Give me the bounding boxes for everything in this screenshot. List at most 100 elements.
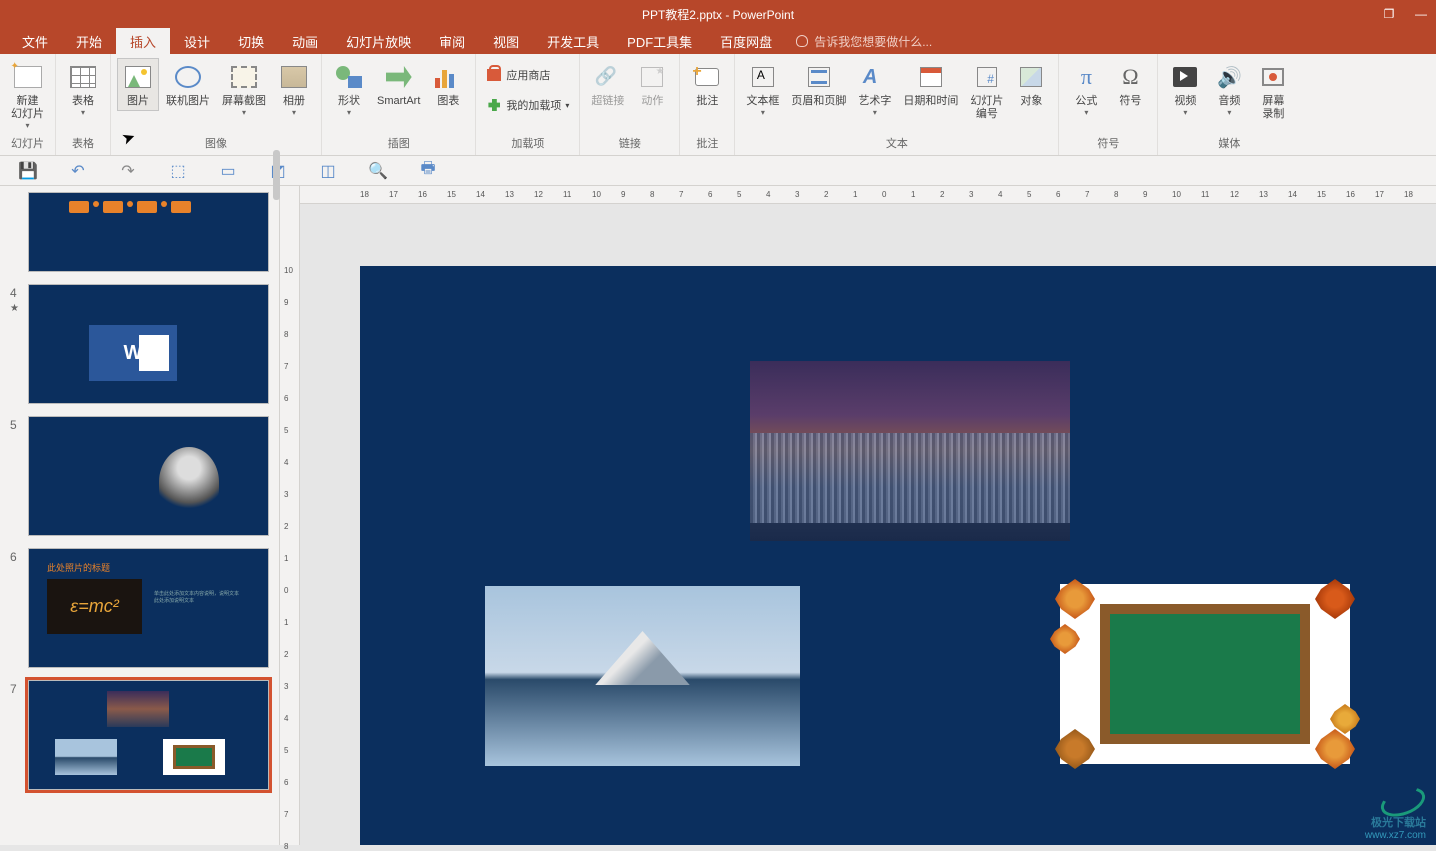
vertical-ruler: 10987654321012345678 [280, 186, 300, 845]
myaddins-button[interactable]: 我的加载项 ▾ [482, 94, 573, 116]
tab-transitions[interactable]: 切换 [224, 28, 278, 54]
document-title: PPT教程2.pptx - PowerPoint [642, 6, 794, 23]
slide-number: 4★ [10, 284, 28, 404]
slide-number [10, 192, 28, 272]
tab-pdf[interactable]: PDF工具集 [613, 28, 706, 54]
video-button[interactable]: 视频 ▾ [1164, 58, 1206, 120]
store-button[interactable]: 应用商店 [482, 64, 554, 86]
tell-me-search[interactable]: 告诉我您想要做什么... [786, 28, 942, 54]
slide-thumb-3[interactable] [28, 192, 269, 272]
undo-icon[interactable]: ↶ [68, 161, 88, 181]
slide-thumb-5[interactable] [28, 416, 269, 536]
scrollbar[interactable] [273, 150, 280, 200]
screenshot-icon [228, 61, 260, 93]
lightbulb-icon [796, 35, 808, 47]
slide-canvas[interactable] [360, 266, 1436, 845]
slide-thumb-7[interactable] [28, 680, 269, 790]
qat-icon-1[interactable]: ⬚ [168, 161, 188, 181]
wordart-button[interactable]: A 艺术字 ▾ [853, 58, 896, 120]
datetime-icon [915, 61, 947, 93]
redo-icon[interactable]: ↷ [118, 161, 138, 181]
slidenum-button[interactable]: 幻灯片 编号 [965, 58, 1008, 124]
album-button[interactable]: 相册 ▾ [273, 58, 315, 120]
dropdown-caret-icon: ▾ [1084, 108, 1088, 117]
headerfooter-icon [803, 61, 835, 93]
group-text-label: 文本 [741, 135, 1052, 153]
mountain-image[interactable] [485, 586, 800, 766]
group-symbols: π 公式 ▾ Ω 符号 符号 [1059, 54, 1158, 155]
tab-insert[interactable]: 插入 [116, 28, 170, 54]
group-illustrations-label: 插图 [328, 135, 469, 153]
addins-icon [486, 97, 502, 113]
headerfooter-button[interactable]: 页眉和页脚 [786, 58, 851, 111]
workspace: 4★ W 5 6 此处照片的标题 ε=mc² 单击此处添加文本内容说明，说明文本… [0, 186, 1436, 845]
picture-button[interactable]: 图片 [117, 58, 159, 111]
slide-thumb-6[interactable]: 此处照片的标题 ε=mc² 单击此处添加文本内容说明，说明文本 此处添加说明文本 [28, 548, 269, 668]
slide-thumb-4[interactable]: W [28, 284, 269, 404]
slidenum-icon [971, 61, 1003, 93]
tab-view[interactable]: 视图 [479, 28, 533, 54]
comment-button[interactable]: 批注 [686, 58, 728, 111]
screenshot-button[interactable]: 屏幕截图 ▾ [217, 58, 271, 120]
qat-icon-6[interactable]: 🖶 [418, 161, 438, 181]
thumb-image [163, 739, 225, 775]
new-slide-button[interactable]: 新建 幻灯片 ▾ [6, 58, 49, 133]
tab-slideshow[interactable]: 幻灯片放映 [332, 28, 425, 54]
equation-button[interactable]: π 公式 ▾ [1065, 58, 1107, 120]
chalkboard-image[interactable] [1060, 584, 1350, 764]
dropdown-caret-icon: ▾ [873, 108, 877, 117]
group-slides-label: 幻灯片 [6, 135, 49, 153]
smartart-icon [383, 61, 415, 93]
chart-icon [432, 61, 464, 93]
textbox-button[interactable]: 文本框 ▾ [741, 58, 784, 120]
slide-number: 5 [10, 416, 28, 536]
symbol-icon: Ω [1114, 61, 1146, 93]
minimize-icon[interactable]: — [1414, 7, 1428, 21]
wordart-icon: A [859, 61, 891, 93]
dropdown-caret-icon: ▾ [565, 101, 569, 110]
object-button[interactable]: 对象 [1010, 58, 1052, 111]
tab-review[interactable]: 审阅 [425, 28, 479, 54]
video-icon [1169, 61, 1201, 93]
dropdown-caret-icon: ▾ [1183, 108, 1187, 117]
online-picture-button[interactable]: 联机图片 [161, 58, 215, 111]
chart-button[interactable]: 图表 [427, 58, 469, 111]
tab-baidu[interactable]: 百度网盘 [706, 28, 786, 54]
group-tables: 表格 ▾ 表格 [56, 54, 111, 155]
shapes-icon [333, 61, 365, 93]
ribbon: 新建 幻灯片 ▾ 幻灯片 表格 ▾ 表格 图片 联机图片 [0, 54, 1436, 156]
shapes-button[interactable]: 形状 ▾ [328, 58, 370, 120]
qat-icon-4[interactable]: ◫ [318, 161, 338, 181]
qat-icon-5[interactable]: 🔍 [368, 161, 388, 181]
tab-animations[interactable]: 动画 [278, 28, 332, 54]
action-button[interactable]: 动作 [631, 58, 673, 111]
audio-button[interactable]: 🔊 音频 ▾ [1208, 58, 1250, 120]
hyperlink-icon [592, 61, 624, 93]
save-icon[interactable]: 💾 [18, 161, 38, 181]
slide-thumbnails-panel[interactable]: 4★ W 5 6 此处照片的标题 ε=mc² 单击此处添加文本内容说明，说明文本… [0, 186, 280, 845]
ribbon-options-icon[interactable]: ❐ [1382, 7, 1396, 21]
formula-image: ε=mc² [47, 579, 142, 634]
watermark-url: www.xz7.com [1365, 830, 1426, 841]
tab-home[interactable]: 开始 [62, 28, 116, 54]
dropdown-caret-icon: ▾ [25, 121, 29, 130]
tab-developer[interactable]: 开发工具 [533, 28, 613, 54]
screenrec-icon [1257, 61, 1289, 93]
city-image[interactable] [750, 361, 1070, 541]
screenrec-button[interactable]: 屏幕 录制 [1252, 58, 1294, 124]
group-comments-label: 批注 [686, 135, 728, 153]
ribbon-tabs: 文件 开始 插入 设计 切换 动画 幻灯片放映 审阅 视图 开发工具 PDF工具… [0, 28, 1436, 54]
online-picture-icon [172, 61, 204, 93]
picture-icon [122, 61, 154, 93]
datetime-button[interactable]: 日期和时间 [898, 58, 963, 111]
table-button[interactable]: 表格 ▾ [62, 58, 104, 120]
tab-file[interactable]: 文件 [8, 28, 62, 54]
dropdown-caret-icon: ▾ [81, 108, 85, 117]
group-addins: 应用商店 我的加载项 ▾ 加载项 [476, 54, 580, 155]
qat-icon-2[interactable]: ▭ [218, 161, 238, 181]
table-icon [67, 61, 99, 93]
smartart-button[interactable]: SmartArt [372, 58, 425, 111]
tab-design[interactable]: 设计 [170, 28, 224, 54]
hyperlink-button[interactable]: 超链接 [586, 58, 629, 111]
symbol-button[interactable]: Ω 符号 [1109, 58, 1151, 111]
